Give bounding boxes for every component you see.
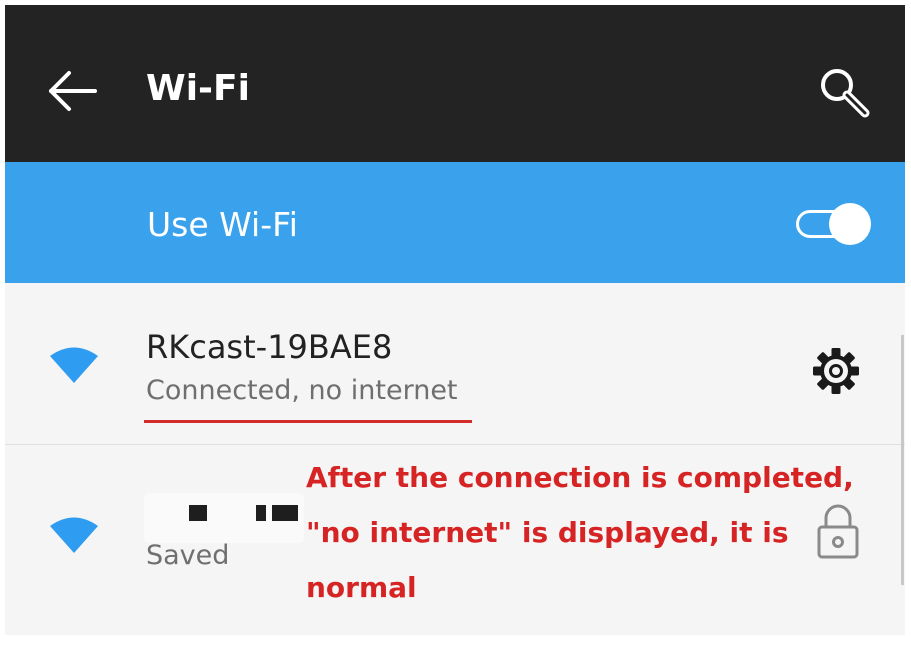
toggle-knob (829, 203, 871, 245)
search-button[interactable] (815, 63, 873, 121)
app-bar: Wi-Fi (5, 5, 905, 162)
network-name: RKcast-19BAE8 (146, 328, 393, 366)
page-title: Wi-Fi (146, 68, 250, 109)
redaction-block (256, 505, 266, 521)
network-list-item[interactable]: Saved After the connection is completed,… (5, 445, 905, 635)
redacted-network-name (144, 493, 304, 543)
scrollbar[interactable] (901, 335, 904, 585)
network-settings-button[interactable] (810, 345, 862, 397)
back-button[interactable] (45, 65, 101, 117)
wifi-icon (50, 347, 98, 383)
lock-icon (817, 504, 859, 559)
highlight-underline (144, 420, 472, 423)
gear-icon (813, 348, 859, 394)
use-wifi-label: Use Wi-Fi (147, 205, 298, 244)
redaction-block (189, 505, 207, 521)
wifi-icon (50, 517, 98, 553)
wifi-toggle-switch[interactable] (793, 201, 873, 247)
use-wifi-row[interactable]: Use Wi-Fi (5, 162, 905, 283)
wifi-settings-screen: Wi-Fi Use Wi-Fi RKcast-19BAE8 Connected,… (5, 5, 905, 635)
annotation-note: After the connection is completed, "no i… (306, 461, 854, 604)
redaction-block (272, 505, 298, 521)
network-status: Saved (146, 540, 230, 571)
network-status: Connected, no internet (146, 375, 458, 406)
network-list-item[interactable]: RKcast-19BAE8 Connected, no internet (5, 283, 905, 445)
search-icon (821, 69, 870, 118)
back-arrow-icon (49, 71, 97, 111)
